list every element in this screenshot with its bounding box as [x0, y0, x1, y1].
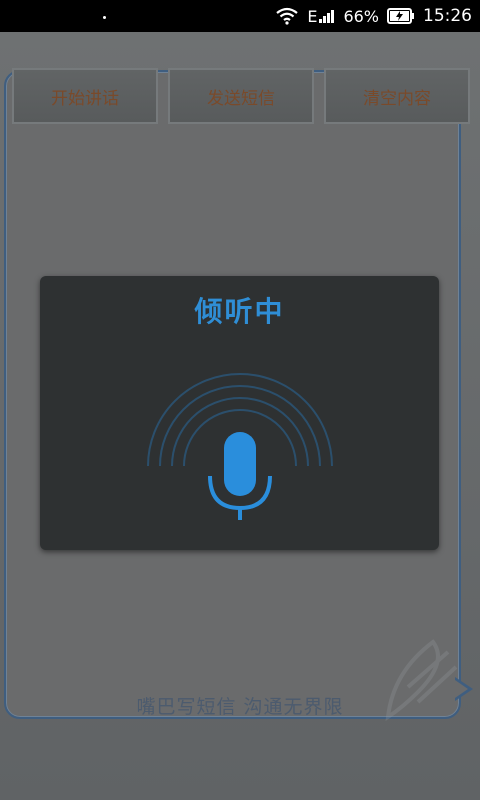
wifi-icon	[275, 7, 299, 25]
dialog-title: 倾听中	[194, 295, 285, 328]
clear-content-label: 清空内容	[363, 88, 431, 109]
network-type-label: E	[307, 6, 318, 26]
clock: 15:26	[423, 6, 472, 26]
clear-content-button[interactable]: 清空内容	[324, 68, 470, 124]
start-speaking-label: 开始讲话	[51, 88, 119, 109]
status-bar: E 66% 15:26	[0, 0, 480, 32]
send-sms-button[interactable]: 发送短信	[168, 68, 314, 124]
network-type-icon: E	[307, 7, 317, 26]
slogan-text: 嘴巴写短信 沟通无界限	[136, 696, 344, 718]
send-sms-label: 发送短信	[207, 88, 275, 109]
signal-icon	[319, 9, 335, 23]
listening-dialog: 倾听中	[40, 276, 439, 550]
app-screen: 嘴巴写短信 沟通无界限 倾听中 开始讲话 发送短信 清空内容	[0, 32, 480, 800]
start-speaking-button[interactable]: 开始讲话	[12, 68, 158, 124]
microphone-icon[interactable]	[138, 346, 342, 526]
notification-dot-icon	[103, 16, 106, 19]
battery-charging-icon	[387, 8, 415, 24]
battery-percent: 66%	[343, 6, 379, 26]
